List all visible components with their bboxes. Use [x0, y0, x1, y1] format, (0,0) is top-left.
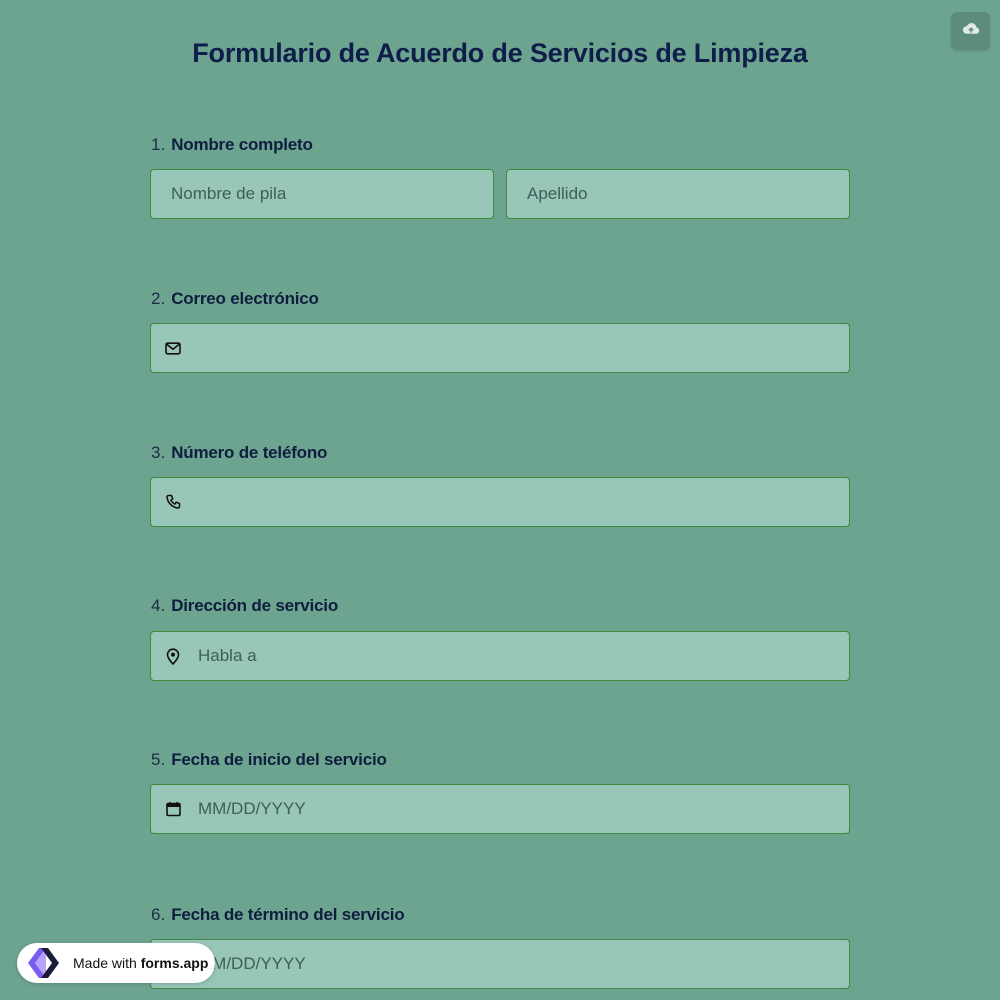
- question-number: 4.: [151, 596, 166, 615]
- last-name-placeholder: Apellido: [527, 184, 588, 203]
- question-text: Número de teléfono: [171, 443, 328, 462]
- first-name-placeholder: Nombre de pila: [171, 184, 287, 203]
- question-label-address: 4. Dirección de servicio: [151, 596, 338, 616]
- made-with-forms-app-badge[interactable]: Made with forms.app: [17, 943, 215, 983]
- address-placeholder: Habla a: [198, 646, 257, 665]
- phone-input[interactable]: [150, 477, 850, 527]
- location-pin-icon: [164, 647, 182, 665]
- question-text: Correo electrónico: [171, 289, 319, 308]
- email-input[interactable]: [150, 323, 850, 373]
- address-input[interactable]: Habla a: [150, 631, 850, 681]
- badge-prefix: Made with: [73, 955, 137, 971]
- question-text: Nombre completo: [171, 135, 313, 154]
- last-name-input[interactable]: Apellido: [506, 169, 850, 219]
- badge-text: Made with forms.app: [73, 955, 208, 971]
- question-label-end-date: 6. Fecha de término del servicio: [151, 905, 405, 925]
- question-number: 5.: [151, 750, 166, 769]
- question-number: 1.: [151, 135, 166, 154]
- start-date-input[interactable]: MM/DD/YYYY: [150, 784, 850, 834]
- question-label-full-name: 1. Nombre completo: [151, 135, 313, 155]
- question-number: 3.: [151, 443, 166, 462]
- question-number: 2.: [151, 289, 166, 308]
- question-label-start-date: 5. Fecha de inicio del servicio: [151, 750, 387, 770]
- question-label-phone: 3. Número de teléfono: [151, 443, 327, 463]
- envelope-icon: [164, 339, 182, 357]
- calendar-icon: [164, 800, 182, 818]
- question-label-email: 2. Correo electrónico: [151, 289, 319, 309]
- question-text: Fecha de inicio del servicio: [171, 750, 387, 769]
- badge-brand: forms.app: [140, 955, 209, 971]
- first-name-input[interactable]: Nombre de pila: [150, 169, 494, 219]
- start-date-placeholder: MM/DD/YYYY: [198, 799, 306, 818]
- question-text: Dirección de servicio: [171, 596, 339, 615]
- forms-app-logo-icon: [26, 946, 66, 980]
- phone-icon: [164, 493, 182, 511]
- form-title: Formulario de Acuerdo de Servicios de Li…: [192, 38, 808, 68]
- question-number: 6.: [151, 905, 166, 924]
- question-text: Fecha de término del servicio: [171, 905, 405, 924]
- end-date-input[interactable]: MM/DD/YYYY: [150, 939, 850, 989]
